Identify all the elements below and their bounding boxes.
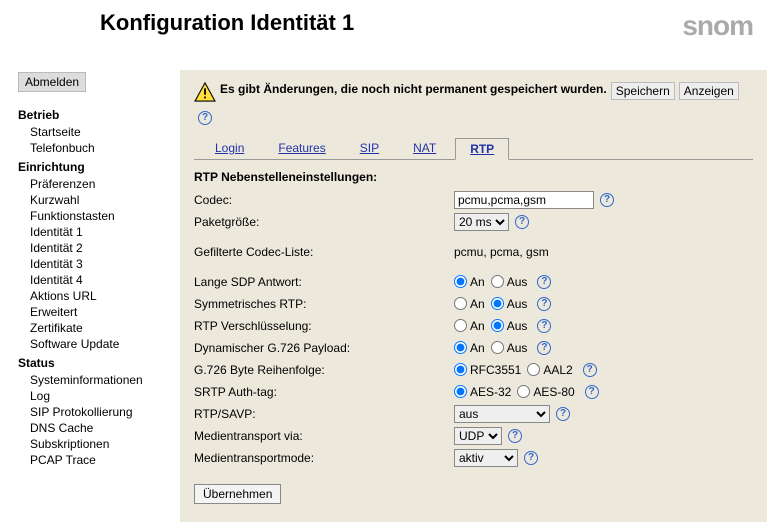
byte-radio-rfc[interactable] (454, 363, 467, 376)
nav-item[interactable]: SIP Protokollierung (18, 404, 172, 420)
nav-item[interactable]: Identität 4 (18, 272, 172, 288)
sym-radio-on[interactable] (454, 297, 467, 310)
nav-item[interactable]: Aktions URL (18, 288, 172, 304)
dyn-radio-label: Aus (507, 341, 528, 355)
tab-sip[interactable]: SIP (345, 137, 394, 158)
help-icon[interactable]: ? (600, 193, 614, 207)
help-icon[interactable]: ? (537, 319, 551, 333)
nav-item[interactable]: Systeminformationen (18, 372, 172, 388)
page-title: Konfiguration Identität 1 (100, 10, 354, 36)
apply-button[interactable]: Übernehmen (194, 484, 281, 504)
codec-input[interactable] (454, 191, 594, 209)
nav-item[interactable]: Präferenzen (18, 176, 172, 192)
nav-item[interactable]: Funktionstasten (18, 208, 172, 224)
tab-nat[interactable]: NAT (398, 137, 451, 158)
enc-label: RTP Verschlüsselung: (194, 319, 454, 333)
sdp-label: Lange SDP Antwort: (194, 275, 454, 289)
help-icon[interactable]: ? (524, 451, 538, 465)
enc-radio-on[interactable] (454, 319, 467, 332)
sdp-radio-off[interactable] (491, 275, 504, 288)
filtered-codec-label: Gefilterte Codec-Liste: (194, 245, 454, 259)
sdp-radio-label: An (470, 275, 485, 289)
dyn-radio-label: An (470, 341, 485, 355)
enc-radio-off[interactable] (491, 319, 504, 332)
section-title: RTP Nebenstelleneinstellungen: (194, 170, 753, 184)
help-icon[interactable]: ? (583, 363, 597, 377)
byte-radio-label: AAL2 (543, 363, 572, 377)
logo: snom (682, 10, 753, 42)
nav-item[interactable]: Erweitert (18, 304, 172, 320)
tab-rtp[interactable]: RTP (455, 138, 509, 160)
byte-radio-label: RFC3551 (470, 363, 521, 377)
sym-radio-label: An (470, 297, 485, 311)
help-icon[interactable]: ? (537, 275, 551, 289)
srtp-radio-label: AES-32 (470, 385, 511, 399)
byte-label: G.726 Byte Reihenfolge: (194, 363, 454, 377)
byte-radio-aal[interactable] (527, 363, 540, 376)
sym-radio-off[interactable] (491, 297, 504, 310)
srtp-radio-aes80[interactable] (517, 385, 530, 398)
savp-select[interactable]: aus (454, 405, 550, 423)
dyn-radio-on[interactable] (454, 341, 467, 354)
tab-login[interactable]: Login (200, 137, 259, 158)
nav-item[interactable]: Zertifikate (18, 320, 172, 336)
dyn-radio-off[interactable] (491, 341, 504, 354)
nav-item[interactable]: Software Update (18, 336, 172, 352)
main-panel: Es gibt Änderungen, die noch nicht perma… (180, 70, 767, 522)
warning-icon (194, 82, 216, 102)
nav-item[interactable]: Startseite (18, 124, 172, 140)
nav-item[interactable]: Identität 3 (18, 256, 172, 272)
nav-item[interactable]: Log (18, 388, 172, 404)
srtp-radio-label: AES-80 (533, 385, 574, 399)
sdp-radio-on[interactable] (454, 275, 467, 288)
enc-radio-label: An (470, 319, 485, 333)
help-icon[interactable]: ? (198, 111, 212, 125)
show-button[interactable]: Anzeigen (679, 82, 739, 100)
nav-item[interactable]: DNS Cache (18, 420, 172, 436)
sidebar: Abmelden Betrieb StartseiteTelefonbuch Ein… (0, 42, 180, 522)
warning-message: Es gibt Änderungen, die noch nicht perma… (220, 82, 607, 96)
enc-radio-label: Aus (507, 319, 528, 333)
filtered-codec-value: pcmu, pcma, gsm (454, 245, 549, 259)
transport-mode-select[interactable]: aktiv (454, 449, 518, 467)
help-icon[interactable]: ? (556, 407, 570, 421)
nav-category: Betrieb (18, 108, 172, 122)
help-icon[interactable]: ? (585, 385, 599, 399)
help-icon[interactable]: ? (537, 297, 551, 311)
tab-features[interactable]: Features (263, 137, 340, 158)
nav-item[interactable]: Identität 1 (18, 224, 172, 240)
dyn-label: Dynamischer G.726 Payload: (194, 341, 454, 355)
nav-item[interactable]: Kurzwahl (18, 192, 172, 208)
savp-label: RTP/SAVP: (194, 407, 454, 421)
nav-item[interactable]: Identität 2 (18, 240, 172, 256)
sym-label: Symmetrisches RTP: (194, 297, 454, 311)
logout-button[interactable]: Abmelden (18, 72, 86, 92)
help-icon[interactable]: ? (508, 429, 522, 443)
tab-bar: LoginFeaturesSIPNATRTP (194, 133, 753, 160)
nav-category: Status (18, 356, 172, 370)
transport-mode-label: Medientransportmode: (194, 451, 454, 465)
help-icon[interactable]: ? (537, 341, 551, 355)
nav-item[interactable]: Telefonbuch (18, 140, 172, 156)
sdp-radio-label: Aus (507, 275, 528, 289)
nav-category: Einrichtung (18, 160, 172, 174)
packetsize-select[interactable]: 20 ms (454, 213, 509, 231)
codec-label: Codec: (194, 193, 454, 207)
srtp-label: SRTP Auth-tag: (194, 385, 454, 399)
nav-item[interactable]: Subskriptionen (18, 436, 172, 452)
transport-via-label: Medientransport via: (194, 429, 454, 443)
help-icon[interactable]: ? (515, 215, 529, 229)
packetsize-label: Paketgröße: (194, 215, 454, 229)
sym-radio-label: Aus (507, 297, 528, 311)
srtp-radio-aes32[interactable] (454, 385, 467, 398)
save-button[interactable]: Speichern (611, 82, 675, 100)
transport-via-select[interactable]: UDP (454, 427, 502, 445)
nav-item[interactable]: PCAP Trace (18, 452, 172, 468)
